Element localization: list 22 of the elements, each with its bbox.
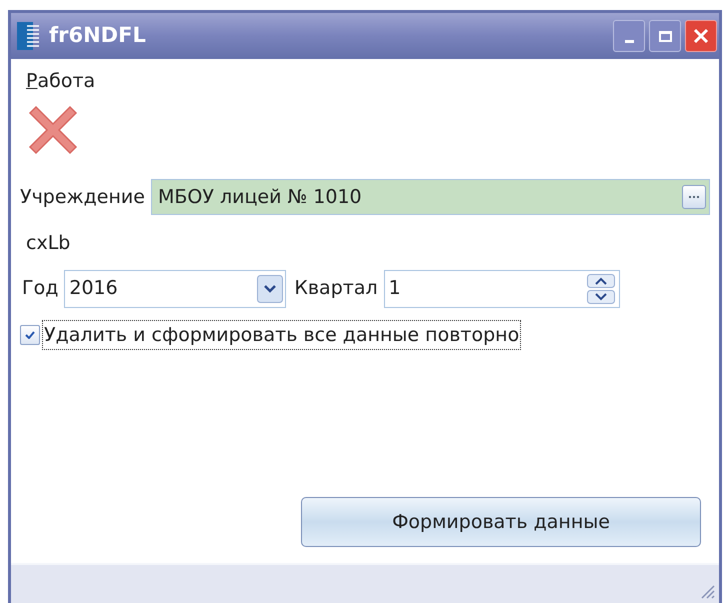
quarter-spinner[interactable]: 1 xyxy=(384,270,620,308)
field-label: Квартал xyxy=(294,276,378,302)
minimize-button[interactable] xyxy=(613,20,645,52)
checkmark-icon xyxy=(25,330,35,339)
document-icon xyxy=(17,22,39,50)
year-dropdown[interactable]: 2016 xyxy=(64,270,286,308)
checkbox[interactable] xyxy=(20,324,40,345)
generate-button[interactable]: Формировать данные xyxy=(301,497,701,547)
close-button[interactable] xyxy=(685,20,717,52)
institution-field[interactable]: МБОУ лицей № 1010 xyxy=(150,179,710,215)
delete-icon[interactable] xyxy=(28,105,78,155)
close-icon xyxy=(693,28,709,44)
spinner-arrows-icon[interactable] xyxy=(586,274,615,304)
field-label: Год xyxy=(22,276,58,302)
caption-label: cxLb xyxy=(26,231,70,256)
window-title: fr6NDFL xyxy=(49,22,146,50)
resize-grip-icon[interactable] xyxy=(699,583,715,599)
field-label: Учреждение xyxy=(20,184,145,210)
menu-item[interactable]: Работа xyxy=(26,66,96,96)
maximize-button[interactable] xyxy=(649,20,681,52)
ellipsis-icon[interactable] xyxy=(682,185,706,209)
checkbox-label[interactable]: Удалить и сформировать все данные повторно xyxy=(42,320,522,350)
